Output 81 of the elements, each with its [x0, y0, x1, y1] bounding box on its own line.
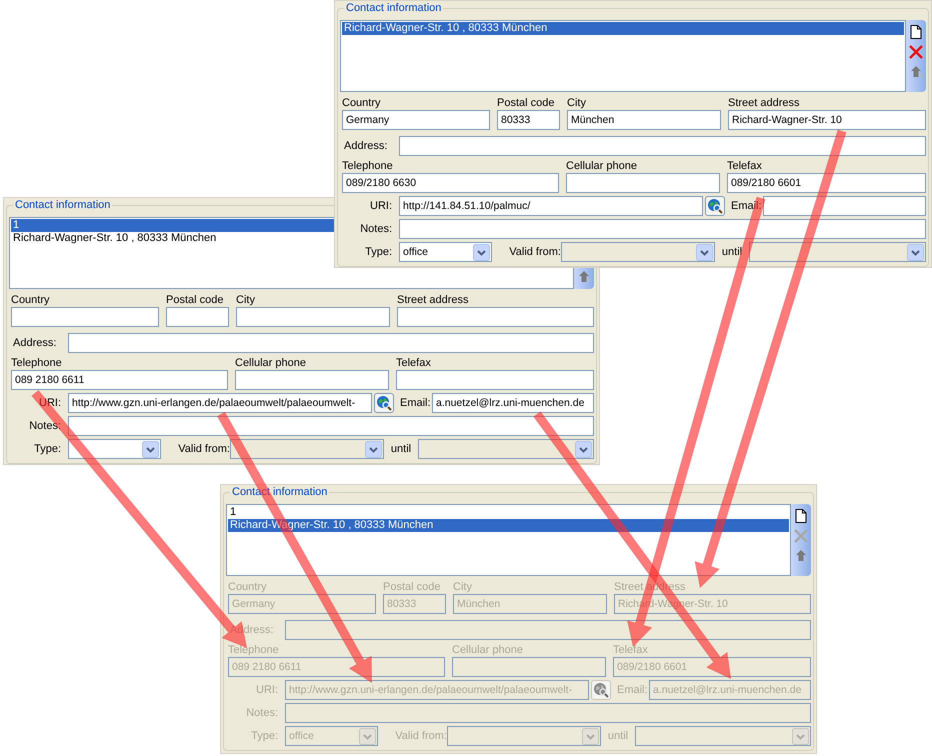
country-label: Country — [342, 96, 382, 110]
caret-icon[interactable] — [575, 440, 592, 458]
globe-icon — [593, 682, 609, 698]
email-field[interactable] — [763, 196, 926, 216]
notes-field[interactable] — [68, 416, 594, 436]
cellular-phone-label: Cellular phone — [452, 643, 524, 657]
open-link-button[interactable] — [705, 196, 725, 216]
valid-from-label: Valid from: — [394, 729, 447, 743]
caret-icon[interactable] — [142, 440, 159, 458]
telefax-field[interactable]: 089/2180 6601 — [727, 173, 926, 193]
new-document-icon[interactable] — [908, 24, 924, 40]
email-label: Email: — [731, 199, 763, 213]
valid-from-label: Valid from: — [177, 442, 230, 456]
email-field[interactable]: a.nuetzel@lrz.uni-muenchen.de — [432, 393, 594, 413]
caret-icon[interactable] — [907, 244, 924, 260]
globe-icon — [707, 198, 723, 214]
telephone-field[interactable]: 089 2180 6611 — [11, 370, 228, 390]
type-label: Type: — [364, 245, 392, 259]
until-dropdown[interactable] — [418, 439, 594, 459]
country-label: Country — [11, 293, 51, 307]
type-dropdown[interactable]: office — [399, 242, 492, 262]
postal-code-field[interactable] — [166, 307, 229, 327]
email-label: Email: — [617, 683, 649, 697]
telefax-label: Telefax — [396, 356, 432, 370]
telephone-label: Telephone — [11, 356, 63, 370]
caret-icon[interactable] — [365, 440, 382, 458]
city-field[interactable] — [236, 307, 390, 327]
address-label: Address: — [12, 336, 58, 350]
city-field[interactable]: München — [567, 110, 721, 130]
telephone-label: Telephone — [342, 159, 394, 173]
caret-icon[interactable] — [696, 244, 713, 260]
open-link-button[interactable] — [374, 393, 394, 413]
until-label: until — [390, 442, 412, 456]
cellular-phone-label: Cellular phone — [566, 159, 638, 173]
until-label: until — [720, 245, 744, 259]
street-address-label: Street address — [728, 96, 801, 110]
until-dropdown[interactable] — [749, 242, 926, 262]
address-field[interactable] — [68, 333, 594, 353]
caret-icon[interactable] — [473, 244, 490, 260]
telefax-field[interactable] — [396, 370, 594, 390]
country-field[interactable]: Germany — [342, 110, 490, 130]
valid-from-dropdown[interactable] — [561, 242, 715, 262]
valid-from-label: Valid from: — [508, 245, 561, 259]
city-label: City — [236, 293, 256, 307]
list-item[interactable]: Richard-Wagner-Str. 10 , 80333 München — [342, 22, 904, 35]
notes-label: Notes: — [28, 419, 61, 433]
uri-field[interactable]: http://www.gzn.uni-erlangen.de/palaeoumwelt/palaeoumwelt- — [68, 393, 372, 413]
cellular-phone-label: Cellular phone — [235, 356, 307, 370]
type-label: Type: — [33, 442, 61, 456]
city-label: City — [453, 580, 473, 594]
street-address-field[interactable]: Richard-Wagner-Str. 10 — [728, 110, 926, 130]
country-field[interactable] — [11, 307, 159, 327]
uri-field[interactable]: http://141.84.51.10/palmuc/ — [399, 196, 703, 216]
valid-from-dropdown[interactable] — [230, 439, 384, 459]
postal-code-label: Postal code — [497, 96, 556, 110]
street-address-label: Street address — [397, 293, 470, 307]
type-dropdown[interactable] — [68, 439, 161, 459]
notes-field[interactable] — [399, 219, 926, 239]
street-address-field[interactable] — [397, 307, 594, 327]
uri-label: URI: — [38, 396, 61, 410]
email-label: Email: — [400, 396, 432, 410]
postal-code-label: Postal code — [383, 580, 442, 594]
telefax-label: Telefax — [613, 643, 649, 657]
postal-code-label: Postal code — [166, 293, 224, 307]
address-field[interactable] — [399, 136, 926, 156]
postal-code-field[interactable]: 80333 — [497, 110, 560, 130]
telephone-field[interactable]: 089/2180 6630 — [342, 173, 559, 193]
address-list[interactable]: Richard-Wagner-Str. 10 , 80333 München — [340, 20, 906, 92]
telefax-label: Telefax — [727, 159, 763, 173]
uri-label: URI: — [255, 683, 278, 697]
notes-label: Notes: — [245, 706, 278, 720]
telephone-label: Telephone — [228, 643, 280, 657]
cellular-phone-field[interactable] — [235, 370, 389, 390]
globe-icon — [376, 395, 392, 411]
uri-label: URI: — [369, 199, 392, 213]
city-label: City — [567, 96, 587, 110]
address-label: Address: — [343, 139, 388, 153]
cellular-phone-field[interactable] — [566, 173, 720, 193]
until-label: until — [606, 729, 630, 743]
country-label: Country — [228, 580, 268, 594]
type-label: Type: — [250, 729, 278, 743]
